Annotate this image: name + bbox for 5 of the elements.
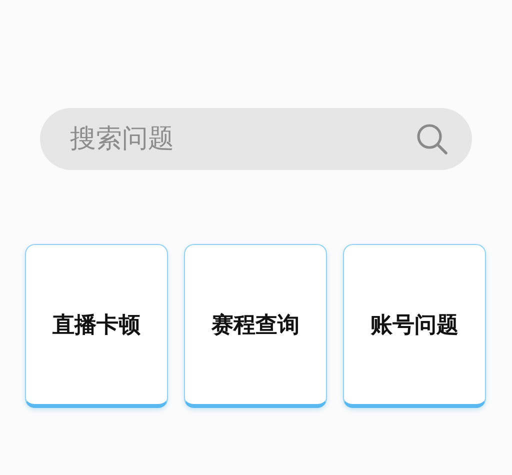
topic-button[interactable]: 直播卡顿: [25, 244, 168, 408]
search-field[interactable]: 搜索问题: [40, 108, 472, 170]
topic-button[interactable]: 账号问题: [343, 244, 486, 408]
search-icon[interactable]: [416, 123, 448, 155]
topic-button[interactable]: 赛程查询: [184, 244, 327, 408]
